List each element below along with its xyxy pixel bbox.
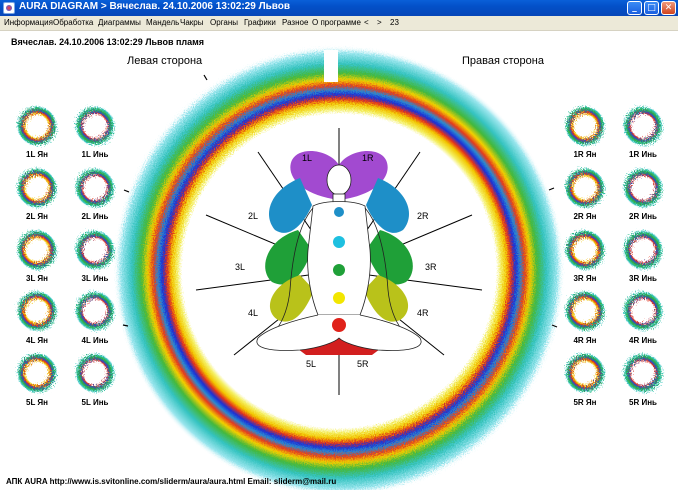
footer-info: АПК AURA http://www.is.svitonline.com/sl… xyxy=(6,477,337,486)
panel-label: 3L Инь xyxy=(81,274,109,283)
panel-label: 3L Ян xyxy=(26,274,48,283)
zone-label-1l: 1L xyxy=(302,153,313,163)
zone-label-5l: 5L xyxy=(306,359,317,369)
session-header: Вячеслав. 24.10.2006 13:02:29 Львов плам… xyxy=(11,37,205,47)
zone-label-2l: 2L xyxy=(248,211,259,221)
zone-label-5r: 5R xyxy=(357,359,369,369)
zone-label-4l: 4L xyxy=(248,308,259,318)
panel-label: 3R Ян xyxy=(573,274,597,283)
zone-label-4r: 4R xyxy=(417,308,429,318)
panel-label: 2R Ян xyxy=(573,212,597,221)
panel-label: 5L Ян xyxy=(26,398,48,407)
panel-label: 3R Инь xyxy=(629,274,657,283)
panel-label: 5R Инь xyxy=(629,398,657,407)
panel-label: 1R Ян xyxy=(573,150,597,159)
panel-label: 2L Инь xyxy=(81,212,109,221)
zone-label-3r: 3R xyxy=(425,262,437,272)
panel-label: 4R Ян xyxy=(573,336,597,345)
zone-label-1r: 1R xyxy=(362,153,374,163)
panel-label: 4R Инь xyxy=(629,336,657,345)
panel-label: 1L Инь xyxy=(81,150,109,159)
panel-label: 4L Инь xyxy=(81,336,109,345)
aura-top-gap xyxy=(324,50,338,82)
right-side-title: Правая сторона xyxy=(462,55,544,67)
panel-label: 5R Ян xyxy=(573,398,597,407)
zone-label-2r: 2R xyxy=(417,211,429,221)
zone-label-3l: 3L xyxy=(235,262,246,272)
panel-label: 5L Инь xyxy=(81,398,109,407)
panel-label: 1R Инь xyxy=(629,150,657,159)
panel-label: 2L Ян xyxy=(26,212,48,221)
left-side-title: Левая сторона xyxy=(127,55,203,67)
panel-label: 1L Ян xyxy=(26,150,48,159)
panel-label: 4L Ян xyxy=(26,336,48,345)
panel-label: 2R Инь xyxy=(629,212,657,221)
aura-diagram xyxy=(17,46,663,490)
